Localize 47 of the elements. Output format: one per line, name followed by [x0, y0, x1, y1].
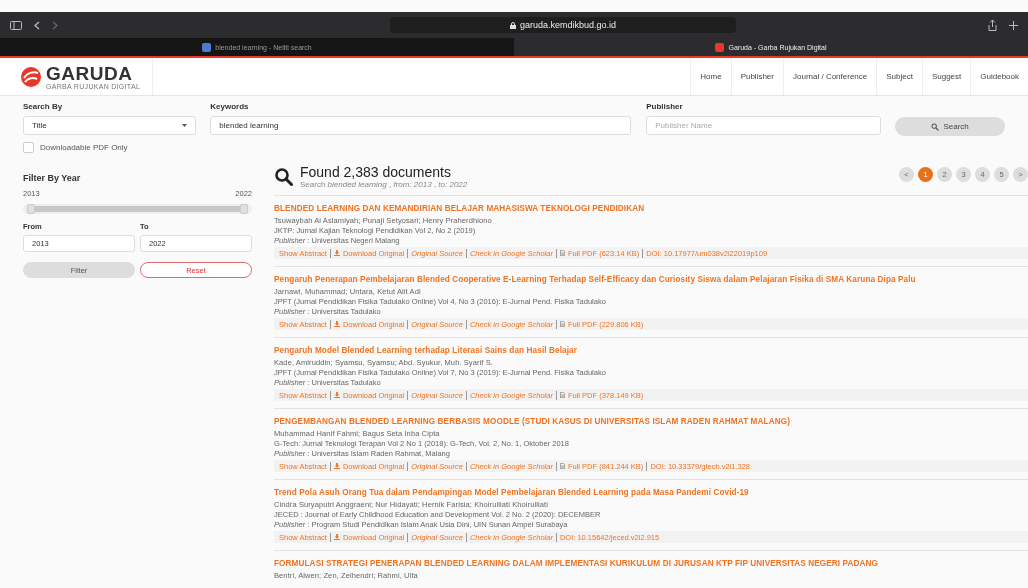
nav-link[interactable]: Journal / Conference [783, 58, 877, 95]
keywords-field[interactable]: blended learning [210, 116, 632, 135]
download-icon [333, 250, 340, 256]
address-bar[interactable]: garuda.kemdikbud.go.id [390, 17, 736, 33]
result-title[interactable]: Pengaruh Penerapan Pembelajaran Blended Cooperative E-Learning Terhadap Self-Efficacy dan Curiosity Siswa dalam Pelajaran Fisika di SMA Karuna Dipa Palu [274, 275, 1028, 284]
sidebar-icon[interactable] [10, 20, 22, 30]
nav-link[interactable]: Publisher [730, 58, 783, 95]
field-label: Search By [23, 102, 64, 111]
search-icon [931, 122, 940, 131]
checkbox[interactable] [23, 142, 34, 153]
share-icon[interactable] [988, 19, 997, 31]
download-icon [333, 463, 340, 469]
download-icon [333, 392, 340, 398]
field-label: Publisher [646, 102, 684, 111]
result-title[interactable]: PENGEMBANGAN BLENDED LEARNING BERBASIS MOODLE (STUDI KASUS DI UNIVERSITAS ISLAM RADEN RAHMAT MALANG) [274, 417, 1028, 426]
document-icon [559, 250, 565, 256]
result-title[interactable]: FORMULASI STRATEGI PENERAPAN BLENDED LEARNING DALAM IMPLEMENTASI KURIKULUM DI JURUSAN KTP FIP UNIVERSITAS NEGERI PADANG [274, 559, 1028, 568]
plus-icon[interactable] [1009, 20, 1018, 30]
filter-title: Filter By Year [23, 173, 82, 183]
back-icon[interactable] [34, 20, 40, 30]
result-title[interactable]: Trend Pola Asuh Orang Tua dalam Pendampingan Model Pembelajaran Blended Learning pada Masa Pandemi Covid-19 [274, 488, 1028, 497]
nav-link[interactable]: Subject [876, 58, 922, 95]
year-slider[interactable] [23, 204, 252, 214]
results-count: Found 2,383 documents [300, 164, 452, 180]
url-text: garuda.kemdikbud.go.id [519, 20, 617, 30]
search-icon [274, 166, 294, 187]
dropdown-icon [182, 124, 188, 127]
search-button[interactable]: Search [895, 117, 1005, 136]
forward-icon[interactable] [52, 20, 58, 30]
download-icon [333, 321, 340, 327]
lock-icon [509, 21, 516, 29]
result-title[interactable]: BLENDED LEARNING DAN KEMANDIRIAN BELAJAR MAHASISWA TEKNOLOGI PENDIDIKAN [274, 204, 1028, 213]
result-title[interactable]: Pengaruh Model Blended Learning terhadap Literasi Sains dan Hasil Belajar [274, 346, 1028, 355]
document-icon [559, 392, 565, 398]
checkbox-label: Downloadable PDF Only [40, 143, 128, 152]
field-label: Keywords [210, 102, 250, 111]
search-by-select[interactable]: Title [23, 116, 197, 135]
nav-link[interactable]: Home [690, 58, 731, 95]
nav-link[interactable]: Guidebook [970, 58, 1028, 95]
publisher-field[interactable]: Publisher Name [646, 116, 882, 135]
document-icon [559, 463, 565, 469]
document-icon [559, 321, 565, 327]
search-summary: Search blended learning , from: 2013 , to: 2022 [300, 180, 468, 189]
logo-text: GARUDA [46, 63, 134, 83]
download-icon [333, 534, 340, 540]
nav-link[interactable]: Suggest [921, 58, 971, 95]
logo-icon [20, 65, 42, 88]
